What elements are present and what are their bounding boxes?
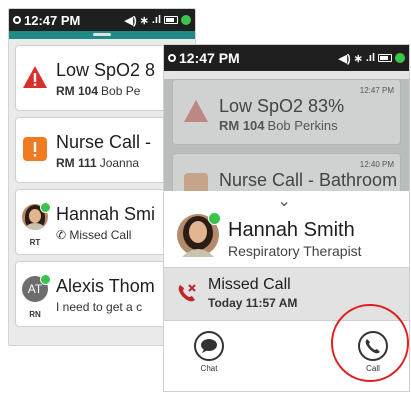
volume-icon: ◀) — [338, 52, 351, 65]
message-title: Alexis Thom — [56, 276, 155, 296]
presence-status-icon — [395, 53, 405, 63]
bluetooth-icon: ∗ — [353, 52, 363, 65]
drag-handle[interactable] — [93, 33, 111, 36]
contact-header: Hannah Smith Respiratory Therapist — [164, 203, 409, 263]
contact-role: Respiratory Therapist — [228, 243, 362, 259]
online-status-icon — [40, 274, 51, 285]
message-subtitle: RM 111 Joanna — [56, 156, 140, 170]
highlight-circle — [331, 304, 409, 382]
message-card-low-spo2[interactable]: 12:47 PM Low SpO2 83% RM 104 Bob Perkins — [172, 79, 401, 145]
bluetooth-icon: ∗ — [139, 14, 149, 27]
message-subtitle: ✆ Missed Call — [56, 228, 132, 242]
presence-status-icon — [181, 15, 191, 25]
message-title: Low SpO2 83% — [219, 96, 345, 116]
volume-icon: ◀) — [124, 14, 137, 27]
status-time: 12:47 PM — [24, 12, 81, 28]
message-subtitle: RM 104 Bob Perkins — [219, 118, 338, 133]
clock-icon — [13, 16, 21, 24]
missed-call-icon — [176, 282, 198, 309]
battery-icon — [164, 16, 178, 24]
header-bar — [9, 31, 195, 39]
status-icons: ◀) ∗ .ıl — [124, 14, 191, 27]
message-time: 12:40 PM — [359, 160, 394, 169]
warning-triangle-icon — [183, 98, 209, 129]
message-subtitle: RM 104 Bob Pe — [56, 84, 141, 98]
message-title: Nurse Call - Bathroom — [219, 170, 398, 190]
exclamation-square-icon — [22, 136, 48, 162]
status-bar: 12:47 PM ◀) ∗ .ıl — [9, 9, 195, 31]
message-time: 12:47 PM — [359, 86, 394, 95]
avatar — [176, 212, 221, 257]
avatar: AT — [22, 274, 51, 302]
warning-triangle-icon — [22, 64, 48, 90]
status-icons: ◀) ∗ .ıl — [338, 52, 405, 65]
role-tag: RN — [29, 310, 41, 319]
battery-icon — [378, 54, 392, 62]
online-status-icon — [208, 212, 221, 225]
chat-bubble-icon — [194, 331, 224, 361]
online-status-icon — [40, 202, 51, 213]
missed-call-label: Missed Call — [208, 276, 291, 293]
role-tag: RT — [29, 238, 41, 247]
signal-icon: .ıl — [151, 14, 161, 26]
phone-icon: ✆ — [56, 228, 70, 242]
clock-icon — [168, 54, 176, 62]
signal-icon: .ıl — [365, 52, 375, 64]
avatar — [22, 202, 51, 230]
message-title: Hannah Smi — [56, 204, 156, 224]
message-title: Nurse Call - — [56, 132, 152, 152]
chat-label: Chat — [200, 364, 218, 373]
missed-call-time: Today 11:57 AM — [208, 296, 298, 310]
contact-name: Hannah Smith — [228, 219, 355, 241]
message-title: Low SpO2 8 — [56, 60, 156, 80]
message-subtitle: I need to get a c — [56, 300, 143, 314]
chat-button[interactable]: Chat — [194, 331, 224, 373]
status-bar: 12:47 PM ◀) ∗ .ıl — [164, 45, 409, 71]
status-time: 12:47 PM — [179, 50, 240, 66]
